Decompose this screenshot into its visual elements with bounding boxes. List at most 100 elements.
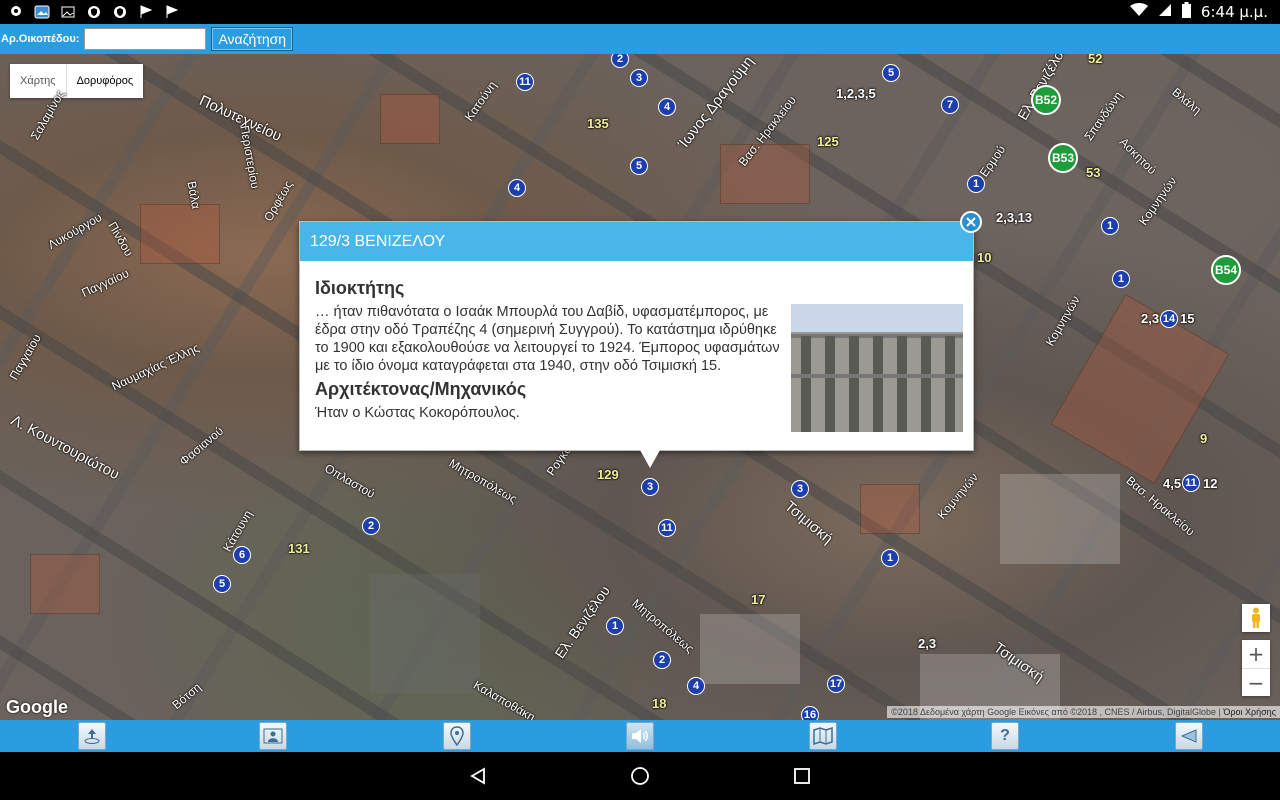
- plot-marker[interactable]: 3: [791, 480, 809, 498]
- photo-column: [945, 336, 955, 432]
- wifi-icon: [1129, 3, 1148, 21]
- plot-marker[interactable]: 1: [881, 549, 899, 567]
- bus-stop-marker[interactable]: B53: [1048, 143, 1078, 173]
- plot-number-label: Αρ.Οικοπέδου:: [1, 33, 80, 45]
- shield-icon: [112, 4, 128, 20]
- owner-heading: Ιδιοκτήτης: [315, 278, 405, 298]
- plot-marker[interactable]: 7: [941, 96, 959, 114]
- bus-stop-marker[interactable]: B54: [1211, 255, 1241, 285]
- sound-icon[interactable]: [626, 722, 654, 750]
- plot-marker[interactable]: 11: [1182, 474, 1200, 492]
- plot-marker[interactable]: 1: [967, 175, 985, 193]
- flag-icon: [138, 4, 154, 20]
- zoom-control: + −: [1242, 640, 1270, 696]
- navigation-bar: [0, 752, 1280, 800]
- photo-column: [849, 336, 859, 432]
- street-label: Ίωνος Δραγούμη: [674, 54, 758, 152]
- plot-marker[interactable]: 3: [630, 69, 648, 87]
- street-label: Ασκητού: [1116, 134, 1160, 178]
- plot-number: 9: [1200, 431, 1208, 446]
- attribution-text: ©2018 Δεδομένα χάρτη Google Εικόνες από …: [891, 707, 1217, 717]
- plot-marker[interactable]: 4: [508, 179, 526, 197]
- plot-marker[interactable]: 4: [658, 98, 676, 116]
- street-label: Βλάλη: [1169, 84, 1205, 118]
- clock: 6:44 μ.μ.: [1200, 3, 1268, 21]
- plot-marker[interactable]: 2: [611, 54, 629, 68]
- image-notification-icon: [60, 4, 76, 20]
- nav-home-icon[interactable]: [628, 764, 652, 788]
- plot-marker[interactable]: 14: [1160, 310, 1178, 328]
- street-label: Λ. Κουντουριώτου: [8, 411, 123, 484]
- plot-number: 52: [1088, 54, 1103, 66]
- street-label: Φασιανού: [176, 423, 227, 469]
- plot-number: 53: [1086, 165, 1101, 180]
- architect-text: Ήταν ο Κώστας Κοκορόπουλος.: [315, 405, 520, 421]
- map-book-icon[interactable]: [809, 722, 837, 750]
- building-photo[interactable]: [791, 304, 963, 432]
- street-label: Βότση: [169, 679, 204, 713]
- back-icon[interactable]: [1175, 722, 1203, 750]
- plot-marker[interactable]: 11: [516, 73, 534, 91]
- photo-column: [873, 336, 883, 432]
- location-pin-icon[interactable]: [443, 722, 471, 750]
- plot-marker[interactable]: 1: [1101, 217, 1119, 235]
- search-button[interactable]: Αναζήτηση: [211, 27, 294, 51]
- plot-marker[interactable]: 4: [687, 677, 705, 695]
- plot-marker[interactable]: 5: [213, 575, 231, 593]
- google-logo: Google: [6, 697, 68, 717]
- zoom-in-button[interactable]: +: [1242, 640, 1270, 668]
- signal-icon: [1158, 3, 1172, 21]
- building: [1050, 294, 1230, 484]
- plot-marker-label[interactable]: 15: [1180, 311, 1194, 326]
- plot-marker[interactable]: 11: [658, 519, 676, 537]
- plot-marker[interactable]: 2: [653, 651, 671, 669]
- plot-number: 135: [587, 116, 609, 131]
- plot-number-input[interactable]: [84, 28, 207, 50]
- plot-marker-label[interactable]: 2,3: [1141, 311, 1159, 326]
- close-icon[interactable]: [960, 211, 982, 233]
- building: [380, 94, 440, 144]
- upload-icon[interactable]: [78, 722, 106, 750]
- plot-number: 131: [288, 541, 310, 556]
- building: [860, 484, 920, 534]
- street-label: Μητροπόλεως: [629, 596, 697, 656]
- plot-marker[interactable]: 2: [362, 517, 380, 535]
- plot-marker-label[interactable]: 2,3,13: [996, 210, 1032, 225]
- street-label: Τσιμισκή: [781, 497, 836, 548]
- plot-marker-label[interactable]: 2,3: [918, 636, 936, 651]
- street-label: Ναυμαχίας Έλλης: [109, 340, 202, 394]
- nav-recents-icon[interactable]: [790, 764, 814, 788]
- plot-marker[interactable]: 5: [882, 64, 900, 82]
- nav-back-icon[interactable]: [466, 764, 490, 788]
- plot-marker-label[interactable]: 12: [1203, 476, 1217, 491]
- person-map-icon[interactable]: [259, 722, 287, 750]
- location-notification-icon: [8, 4, 24, 20]
- plot-marker[interactable]: 5: [630, 157, 648, 175]
- terms-link[interactable]: Όροι Χρήσης: [1223, 707, 1276, 717]
- plot-number: 10: [977, 250, 992, 265]
- plot-marker[interactable]: 3: [641, 478, 659, 496]
- street-label: Λυκούργου: [45, 210, 105, 252]
- plot-marker-label[interactable]: 1,2,3,5: [836, 86, 876, 101]
- plot-marker[interactable]: 6: [233, 546, 251, 564]
- plot-marker[interactable]: 1: [1112, 270, 1130, 288]
- street-label: Κομνηνών: [1042, 293, 1083, 349]
- photo-band: [791, 374, 963, 378]
- plot-marker[interactable]: 16: [801, 706, 819, 720]
- street-view-pegman-icon[interactable]: [1242, 604, 1270, 632]
- plot-number: 129: [597, 467, 619, 482]
- street-label: Κατούνη: [461, 78, 500, 124]
- street-label: Σπανδώνη: [1081, 88, 1126, 144]
- street-label: Κομνηνών: [934, 470, 981, 522]
- plot-marker[interactable]: 1: [606, 617, 624, 635]
- plot-marker-label[interactable]: 4,5: [1163, 476, 1181, 491]
- map-attribution: ©2018 Δεδομένα χάρτη Google Εικόνες από …: [887, 706, 1280, 718]
- street-label: Κομνηνών: [1136, 174, 1180, 228]
- zoom-out-button[interactable]: −: [1242, 668, 1270, 696]
- plot-number: 18: [652, 696, 667, 711]
- plot-marker[interactable]: 17: [827, 675, 845, 693]
- help-icon[interactable]: ?: [991, 722, 1019, 750]
- bus-stop-marker[interactable]: B52: [1031, 85, 1061, 115]
- map-type-satellite-button[interactable]: Δορυφόρος: [65, 64, 144, 98]
- street-label: Ελ. Βενιζέλου: [551, 582, 613, 662]
